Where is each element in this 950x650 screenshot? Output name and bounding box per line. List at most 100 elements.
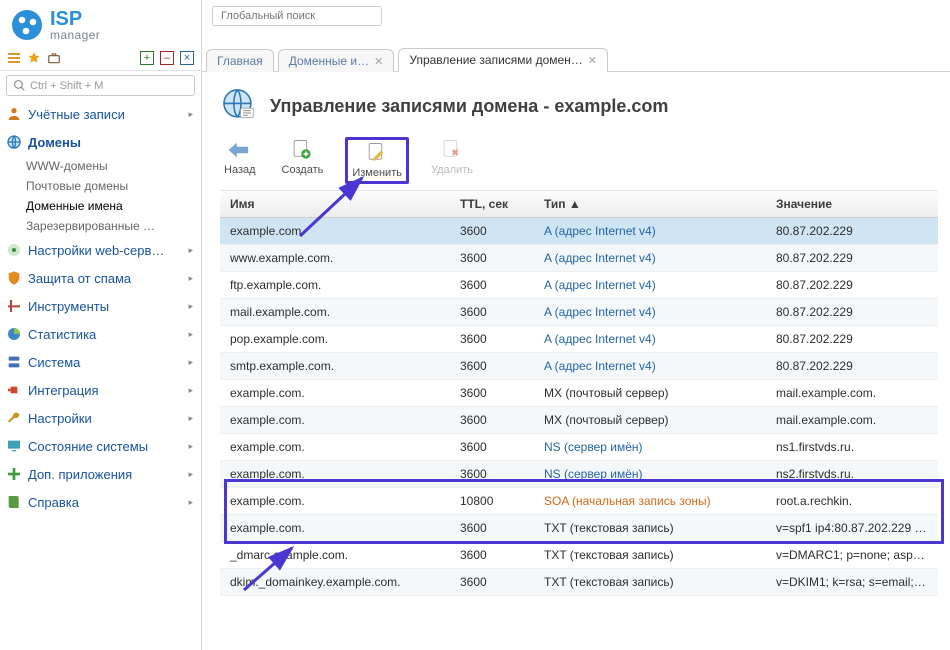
nav-sysstate[interactable]: Состояние системы▸ xyxy=(0,432,201,460)
cell-type: A (адрес Internet v4) xyxy=(534,326,766,352)
nav-extra[interactable]: Доп. приложения▸ xyxy=(0,460,201,488)
cell-name: example.com. xyxy=(220,434,450,460)
cell-name: ftp.example.com. xyxy=(220,272,450,298)
cell-name: example.com. xyxy=(220,380,450,406)
collapse-all-icon[interactable]: – xyxy=(159,50,175,66)
cell-ttl: 3600 xyxy=(450,542,534,568)
cell-type: A (адрес Internet v4) xyxy=(534,353,766,379)
shield-icon xyxy=(6,270,22,286)
col-type[interactable]: Тип ▲ xyxy=(534,191,766,217)
nav-web-settings[interactable]: Настройки web-серв…▸ xyxy=(0,236,201,264)
table-header: Имя TTL, сек Тип ▲ Значение xyxy=(220,191,938,218)
chevron-right-icon: ▸ xyxy=(188,413,193,424)
cell-ttl: 3600 xyxy=(450,569,534,595)
table-row[interactable]: example.com.10800SOA (начальная запись з… xyxy=(220,488,938,515)
chevron-right-icon: ▸ xyxy=(188,357,193,368)
close-icon[interactable]: ✕ xyxy=(374,55,383,68)
cell-value: 80.87.202.229 xyxy=(766,272,938,298)
briefcase-icon[interactable] xyxy=(46,50,62,66)
close-all-icon[interactable]: × xyxy=(179,50,195,66)
cell-type: SOA (начальная запись зоны) xyxy=(534,488,766,514)
table-row[interactable]: example.com.3600TXT (текстовая запись)v=… xyxy=(220,515,938,542)
nav-help[interactable]: Справка▸ xyxy=(0,488,201,516)
cell-name: www.example.com. xyxy=(220,245,450,271)
cell-name: smtp.example.com. xyxy=(220,353,450,379)
table-row[interactable]: mail.example.com.3600A (адрес Internet v… xyxy=(220,299,938,326)
nav-system[interactable]: Система▸ xyxy=(0,348,201,376)
nav-tools[interactable]: Инструменты▸ xyxy=(0,292,201,320)
tab-main[interactable]: Главная xyxy=(206,49,274,72)
back-icon xyxy=(227,139,253,161)
nav-accounts[interactable]: Учётные записи▸ xyxy=(0,100,201,128)
cell-type: MX (почтовый сервер) xyxy=(534,407,766,433)
table-row[interactable]: _dmarc.example.com.3600TXT (текстовая за… xyxy=(220,542,938,569)
globe-gear-icon xyxy=(6,242,22,258)
file-pencil-icon xyxy=(364,142,390,164)
dns-table: Имя TTL, сек Тип ▲ Значение example.com.… xyxy=(220,190,938,596)
col-value[interactable]: Значение xyxy=(766,191,938,217)
expand-all-icon[interactable]: + xyxy=(139,50,155,66)
cell-name: example.com. xyxy=(220,407,450,433)
table-row[interactable]: example.com.3600MX (почтовый сервер)mail… xyxy=(220,380,938,407)
table-row[interactable]: dkim._domainkey.example.com.3600TXT (тек… xyxy=(220,569,938,596)
cell-value: 80.87.202.229 xyxy=(766,353,938,379)
close-icon[interactable]: ✕ xyxy=(588,54,597,67)
col-name[interactable]: Имя xyxy=(220,191,450,217)
tools-icon xyxy=(6,298,22,314)
delete-button: Удалить xyxy=(427,137,477,178)
tab-dns-records[interactable]: Управление записями домен…✕ xyxy=(398,48,608,72)
cell-name: example.com. xyxy=(220,461,450,487)
cell-type: NS (сервер имён) xyxy=(534,434,766,460)
plugin-icon xyxy=(6,382,22,398)
cell-type: A (адрес Internet v4) xyxy=(534,272,766,298)
back-button[interactable]: Назад xyxy=(220,137,260,178)
cell-type: MX (почтовый сервер) xyxy=(534,380,766,406)
edit-button[interactable]: Изменить xyxy=(345,137,409,184)
chevron-right-icon: ▸ xyxy=(188,273,193,284)
chevron-right-icon: ▸ xyxy=(188,441,193,452)
cell-ttl: 3600 xyxy=(450,272,534,298)
table-row[interactable]: example.com.3600NS (сервер имён)ns1.firs… xyxy=(220,434,938,461)
nav-spam[interactable]: Защита от спама▸ xyxy=(0,264,201,292)
table-row[interactable]: www.example.com.3600A (адрес Internet v4… xyxy=(220,245,938,272)
cell-ttl: 10800 xyxy=(450,488,534,514)
cell-name: _dmarc.example.com. xyxy=(220,542,450,568)
col-ttl[interactable]: TTL, сек xyxy=(450,191,534,217)
sidebar-search[interactable]: Ctrl + Shift + M xyxy=(6,75,195,96)
nav-domains-reserved[interactable]: Зарезервированные … xyxy=(26,216,201,236)
nav-domains-mail[interactable]: Почтовые домены xyxy=(26,176,201,196)
logo-brand: ISP xyxy=(50,9,100,29)
chevron-right-icon: ▸ xyxy=(188,385,193,396)
table-row[interactable]: example.com.3600MX (почтовый сервер)mail… xyxy=(220,407,938,434)
cell-value: ns1.firstvds.ru. xyxy=(766,434,938,460)
create-button[interactable]: Создать xyxy=(278,137,328,178)
tab-domain-names[interactable]: Доменные и…✕ xyxy=(278,49,395,72)
table-row[interactable]: example.com.3600A (адрес Internet v4)80.… xyxy=(220,218,938,245)
cell-ttl: 3600 xyxy=(450,380,534,406)
wrench-icon xyxy=(6,410,22,426)
cell-value: v=DMARC1; p=none; aspf=r; sp=n xyxy=(766,542,938,568)
nav-domains[interactable]: Домены xyxy=(0,128,201,156)
cell-value: root.a.rechkin. xyxy=(766,488,938,514)
cell-value: 80.87.202.229 xyxy=(766,245,938,271)
table-row[interactable]: pop.example.com.3600A (адрес Internet v4… xyxy=(220,326,938,353)
table-row[interactable]: smtp.example.com.3600A (адрес Internet v… xyxy=(220,353,938,380)
cell-value: mail.example.com. xyxy=(766,380,938,406)
global-search-input[interactable] xyxy=(212,6,382,26)
nav-domains-www[interactable]: WWW-домены xyxy=(26,156,201,176)
nav-stats[interactable]: Статистика▸ xyxy=(0,320,201,348)
nav-domains-names[interactable]: Доменные имена xyxy=(26,196,201,216)
cell-name: mail.example.com. xyxy=(220,299,450,325)
table-row[interactable]: ftp.example.com.3600A (адрес Internet v4… xyxy=(220,272,938,299)
monitor-icon xyxy=(6,438,22,454)
globe-icon xyxy=(6,134,22,150)
file-plus-icon xyxy=(289,139,315,161)
page-icon xyxy=(220,86,258,127)
star-icon[interactable] xyxy=(26,50,42,66)
nav-integration[interactable]: Интеграция▸ xyxy=(0,376,201,404)
table-row[interactable]: example.com.3600NS (сервер имён)ns2.firs… xyxy=(220,461,938,488)
list-icon[interactable] xyxy=(6,50,22,66)
chevron-right-icon: ▸ xyxy=(188,245,193,256)
nav-settings[interactable]: Настройки▸ xyxy=(0,404,201,432)
cell-value: 80.87.202.229 xyxy=(766,218,938,244)
